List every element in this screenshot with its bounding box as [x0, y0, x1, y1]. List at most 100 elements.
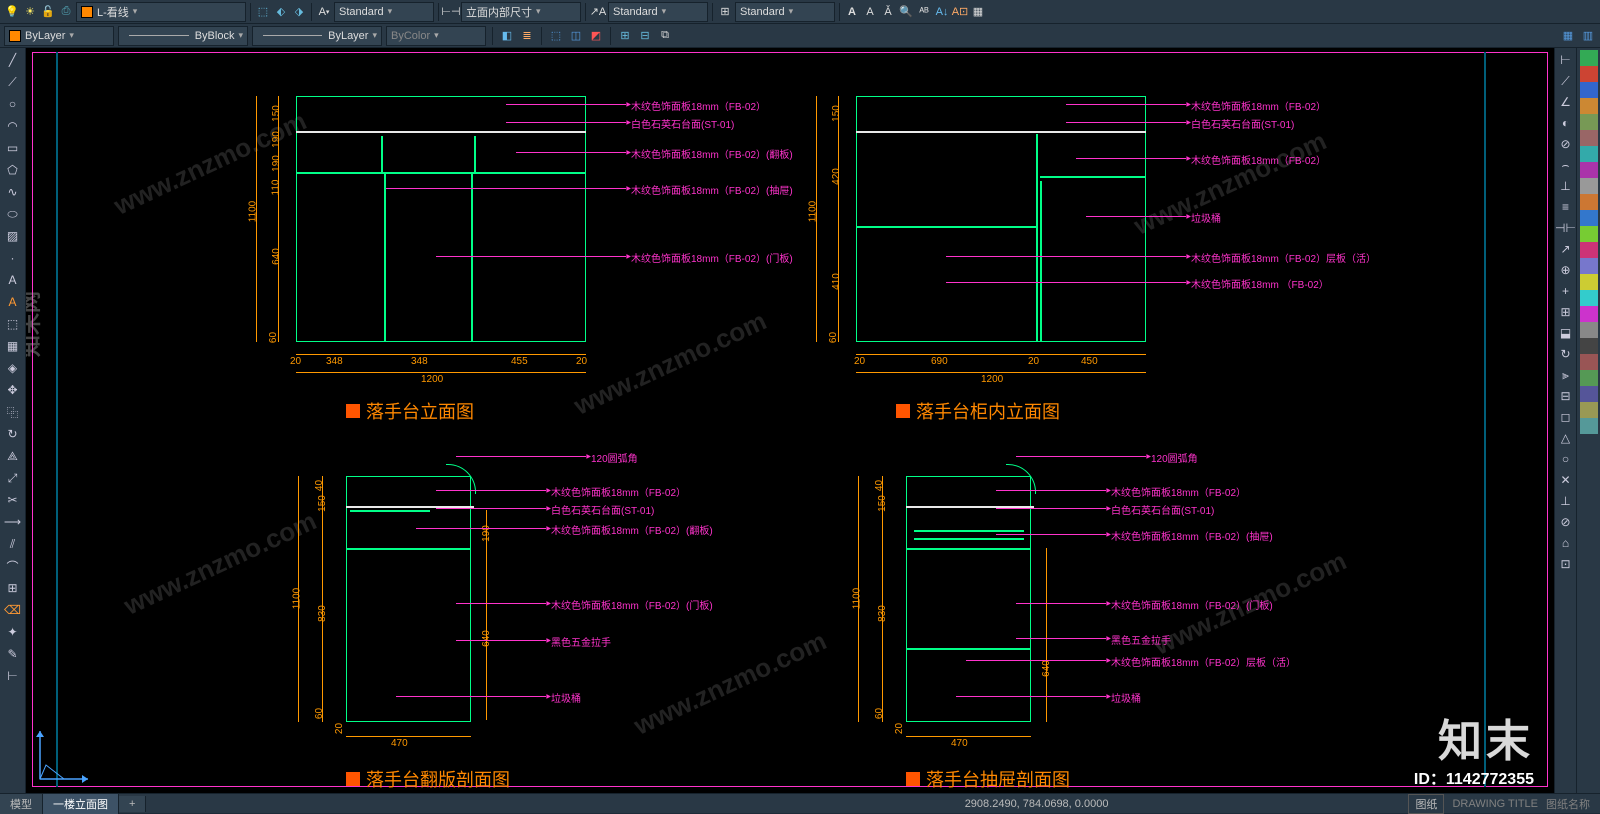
dim-arc-tool[interactable]: ⌢	[1556, 155, 1576, 175]
tab-add[interactable]: +	[119, 796, 146, 812]
hatch-tool[interactable]: ▨	[3, 226, 23, 246]
misc-tool-1[interactable]: ⧉	[657, 28, 673, 44]
dim-ordinate-tool[interactable]: ⊥	[1556, 176, 1576, 196]
text-tool-a4[interactable]: A↓	[934, 4, 950, 20]
spell-icon[interactable]: ᴬᴮ	[916, 4, 932, 20]
palette-btn-6[interactable]	[1580, 130, 1598, 146]
measure-tool[interactable]: ⊢	[3, 666, 23, 686]
palette-btn-19[interactable]	[1580, 338, 1598, 354]
drawing-canvas[interactable]: www.znzmo.com www.znzmo.com www.znzmo.co…	[26, 48, 1554, 793]
snap-near-tool[interactable]: ⌂	[1556, 533, 1576, 553]
table-style-combo[interactable]: Standard ▾	[735, 2, 835, 22]
palette-btn-8[interactable]	[1580, 162, 1598, 178]
palette-icon-1[interactable]: ▦	[1560, 28, 1576, 44]
layer-icon-lock[interactable]: 🔓	[40, 4, 56, 20]
erase-tool[interactable]: ⌫	[3, 600, 23, 620]
array-tool[interactable]: ⊞	[3, 578, 23, 598]
dim-aligned-tool[interactable]: ⟋	[1556, 71, 1576, 91]
layer-match-icon[interactable]: ⬗	[291, 4, 307, 20]
palette-icon-2[interactable]: ▥	[1580, 28, 1596, 44]
rect-tool[interactable]: ▭	[3, 138, 23, 158]
layer-icon-sun[interactable]: ☀	[22, 4, 38, 20]
text-style-combo[interactable]: Standard ▾	[334, 2, 434, 22]
ellipse-tool[interactable]: ⬭	[3, 204, 23, 224]
dim-style-combo[interactable]: 立面内部尺寸 ▾	[461, 2, 581, 22]
palette-btn-2[interactable]	[1580, 66, 1598, 82]
dim-break-tool[interactable]: ⊟	[1556, 386, 1576, 406]
color-combo[interactable]: ByLayer ▾	[4, 26, 114, 46]
dim-baseline-tool[interactable]: ≡	[1556, 197, 1576, 217]
dim-radius-tool[interactable]: ◐	[1556, 113, 1576, 133]
palette-btn-14[interactable]	[1580, 258, 1598, 274]
dim-edit-tool[interactable]: ⊞	[1556, 302, 1576, 322]
palette-btn-1[interactable]	[1580, 50, 1598, 66]
snap-tan-tool[interactable]: ⊘	[1556, 512, 1576, 532]
block-edit-icon[interactable]: ◩	[588, 28, 604, 44]
snap-mid-tool[interactable]: △	[1556, 428, 1576, 448]
tab-model[interactable]: 模型	[0, 794, 43, 814]
snap-int-tool[interactable]: ✕	[1556, 470, 1576, 490]
text-tool[interactable]: A	[3, 270, 23, 290]
qdim-tool[interactable]: ⫸	[1556, 365, 1576, 385]
mleader-style-combo[interactable]: Standard ▾	[608, 2, 708, 22]
centermark-tool[interactable]: +	[1556, 281, 1576, 301]
table-style-icon[interactable]: ⊞	[717, 4, 733, 20]
circle-tool[interactable]: ○	[3, 94, 23, 114]
field-icon[interactable]: A⊡	[952, 4, 968, 20]
text-tool-a2[interactable]: A	[862, 4, 878, 20]
find-icon[interactable]: 🔍	[898, 4, 914, 20]
offset-tool[interactable]: ⫽	[3, 534, 23, 554]
region-tool[interactable]: ◈	[3, 358, 23, 378]
trim-tool[interactable]: ✂	[3, 490, 23, 510]
leader-tool[interactable]: ↗	[1556, 239, 1576, 259]
scale-tool[interactable]: ⤢	[3, 468, 23, 488]
spline-tool[interactable]: ∿	[3, 182, 23, 202]
group-icon[interactable]: ⊞	[617, 28, 633, 44]
palette-btn-18[interactable]	[1580, 322, 1598, 338]
explode-tool[interactable]: ✦	[3, 622, 23, 642]
palette-btn-21[interactable]	[1580, 370, 1598, 386]
palette-btn-3[interactable]	[1580, 82, 1598, 98]
dim-continue-tool[interactable]: ⊣⊢	[1556, 218, 1576, 238]
copy-tool[interactable]: ⿻	[3, 402, 23, 422]
extend-tool[interactable]: ⟶	[3, 512, 23, 532]
snap-node-tool[interactable]: ⊡	[1556, 554, 1576, 574]
palette-btn-13[interactable]	[1580, 242, 1598, 258]
palette-btn-24[interactable]	[1580, 418, 1598, 434]
layer-tools-icon[interactable]: ⬖	[273, 4, 289, 20]
block-tool[interactable]: ⬚	[3, 314, 23, 334]
block-create-icon[interactable]: ◫	[568, 28, 584, 44]
layer-combo[interactable]: L-看线 ▾	[76, 2, 246, 22]
polygon-tool[interactable]: ⬠	[3, 160, 23, 180]
arc-tool[interactable]: ◠	[3, 116, 23, 136]
pedit-tool[interactable]: ✎	[3, 644, 23, 664]
mleader-style-icon[interactable]: ↗A	[590, 4, 606, 20]
palette-btn-22[interactable]	[1580, 386, 1598, 402]
plotstyle-combo[interactable]: ByColor ▾	[386, 26, 486, 46]
snap-cen-tool[interactable]: ○	[1556, 449, 1576, 469]
snap-per-tool[interactable]: ⊥	[1556, 491, 1576, 511]
palette-btn-17[interactable]	[1580, 306, 1598, 322]
dim-linear-tool[interactable]: ⊢	[1556, 50, 1576, 70]
palette-btn-16[interactable]	[1580, 290, 1598, 306]
layer-states-icon[interactable]: ⬚	[255, 4, 271, 20]
point-tool[interactable]: ·	[3, 248, 23, 268]
matchprop-icon[interactable]: ◧	[499, 28, 515, 44]
pline-tool[interactable]: ⟋	[3, 72, 23, 92]
block-insert-icon[interactable]: ⬚	[548, 28, 564, 44]
layer-icon-bulb[interactable]: 💡	[4, 4, 20, 20]
palette-btn-20[interactable]	[1580, 354, 1598, 370]
text-tool-a1[interactable]: A	[844, 4, 860, 20]
palette-btn-7[interactable]	[1580, 146, 1598, 162]
list-icon[interactable]: ≣	[519, 28, 535, 44]
ungroup-icon[interactable]: ⊟	[637, 28, 653, 44]
dim-angular-tool[interactable]: ∠	[1556, 92, 1576, 112]
palette-btn-23[interactable]	[1580, 402, 1598, 418]
dim-style-icon[interactable]: ⊢⊣	[443, 4, 459, 20]
tolerance-tool[interactable]: ⊕	[1556, 260, 1576, 280]
palette-btn-9[interactable]	[1580, 178, 1598, 194]
fillet-tool[interactable]: ⌒	[3, 556, 23, 576]
palette-btn-12[interactable]	[1580, 226, 1598, 242]
move-tool[interactable]: ✥	[3, 380, 23, 400]
palette-btn-11[interactable]	[1580, 210, 1598, 226]
